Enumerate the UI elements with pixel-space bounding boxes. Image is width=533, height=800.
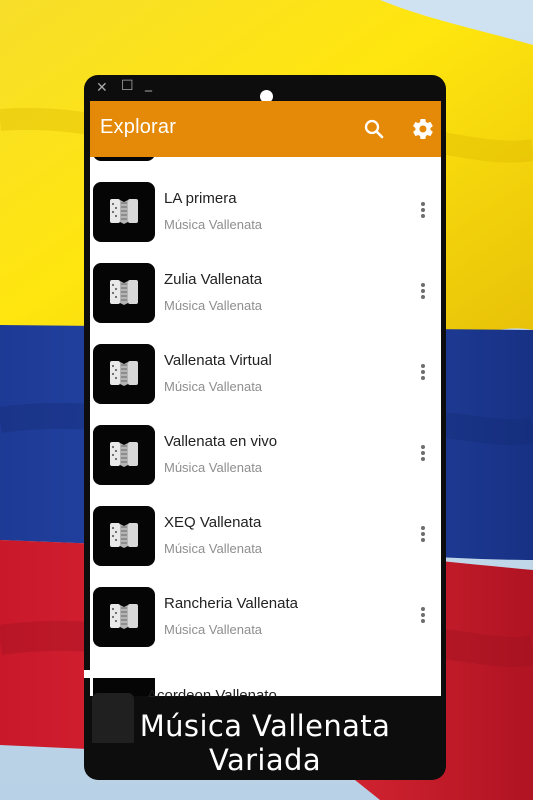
phone-frame: ✕ ☐ _ Explorar LA primera Música Vallena… xyxy=(84,75,446,780)
gear-icon xyxy=(413,118,433,140)
more-options-button[interactable] xyxy=(419,283,427,303)
search-button[interactable] xyxy=(362,117,386,141)
app-bar: Explorar xyxy=(90,101,441,157)
accordion-icon xyxy=(110,442,138,467)
accordion-thumbnail xyxy=(93,506,155,566)
accordion-thumbnail xyxy=(93,344,155,404)
item-title: Zulia Vallenata xyxy=(164,271,263,288)
more-options-button[interactable] xyxy=(419,364,427,384)
search-icon xyxy=(364,119,384,139)
item-subtitle: Música Vallenata xyxy=(164,298,263,313)
accordion-icon xyxy=(110,361,138,386)
player-title: Acordeon Vallenato xyxy=(147,687,277,697)
item-title: LA primera xyxy=(164,190,237,207)
item-title: Vallenata Virtual xyxy=(164,352,272,369)
item-subtitle: Música Vallenata xyxy=(164,217,263,232)
maximize-icon[interactable]: ☐ xyxy=(121,79,134,93)
accordion-icon xyxy=(110,523,138,548)
list-item[interactable]: Zulia Vallenata Música Vallenata xyxy=(90,263,441,344)
settings-button[interactable] xyxy=(411,117,435,141)
item-subtitle: Música Vallenata xyxy=(164,379,263,394)
item-title: XEQ Vallenata xyxy=(164,514,262,531)
list-item[interactable]: Vallenata en vivo Música Vallenata xyxy=(90,425,441,506)
item-title: Rancheria Vallenata xyxy=(164,595,298,612)
list-item[interactable]: LA primera Música Vallenata xyxy=(90,182,441,263)
item-subtitle: Música Vallenata xyxy=(164,541,263,556)
accordion-thumbnail xyxy=(93,182,155,242)
accordion-thumbnail xyxy=(93,587,155,647)
page-title: Explorar xyxy=(100,116,177,138)
more-options-button[interactable] xyxy=(419,607,427,627)
partial-list-thumbnail xyxy=(93,157,155,161)
accordion-thumbnail xyxy=(93,263,155,323)
accordion-icon xyxy=(110,199,138,224)
app-screen: Explorar LA primera Música Vallenata Zul… xyxy=(90,101,441,696)
item-subtitle: Música Vallenata xyxy=(164,460,263,475)
item-title: Vallenata en vivo xyxy=(164,433,278,450)
item-subtitle: Música Vallenata xyxy=(164,622,263,637)
list-item[interactable]: Vallenata Virtual Música Vallenata xyxy=(90,344,441,425)
more-options-button[interactable] xyxy=(419,526,427,546)
promo-caption: Música Vallenata Variada xyxy=(139,709,391,777)
more-options-button[interactable] xyxy=(419,445,427,465)
station-list[interactable]: LA primera Música Vallenata Zulia Vallen… xyxy=(90,157,441,696)
accordion-icon xyxy=(110,604,138,629)
minimize-icon[interactable]: _ xyxy=(145,77,152,91)
accordion-thumbnail xyxy=(93,425,155,485)
more-options-button[interactable] xyxy=(419,202,427,222)
list-item[interactable]: Rancheria Vallenata Música Vallenata xyxy=(90,587,441,668)
accordion-icon xyxy=(110,280,138,305)
close-icon[interactable]: ✕ xyxy=(96,81,108,95)
list-item[interactable]: XEQ Vallenata Música Vallenata xyxy=(90,506,441,587)
mini-player[interactable] xyxy=(84,670,435,678)
